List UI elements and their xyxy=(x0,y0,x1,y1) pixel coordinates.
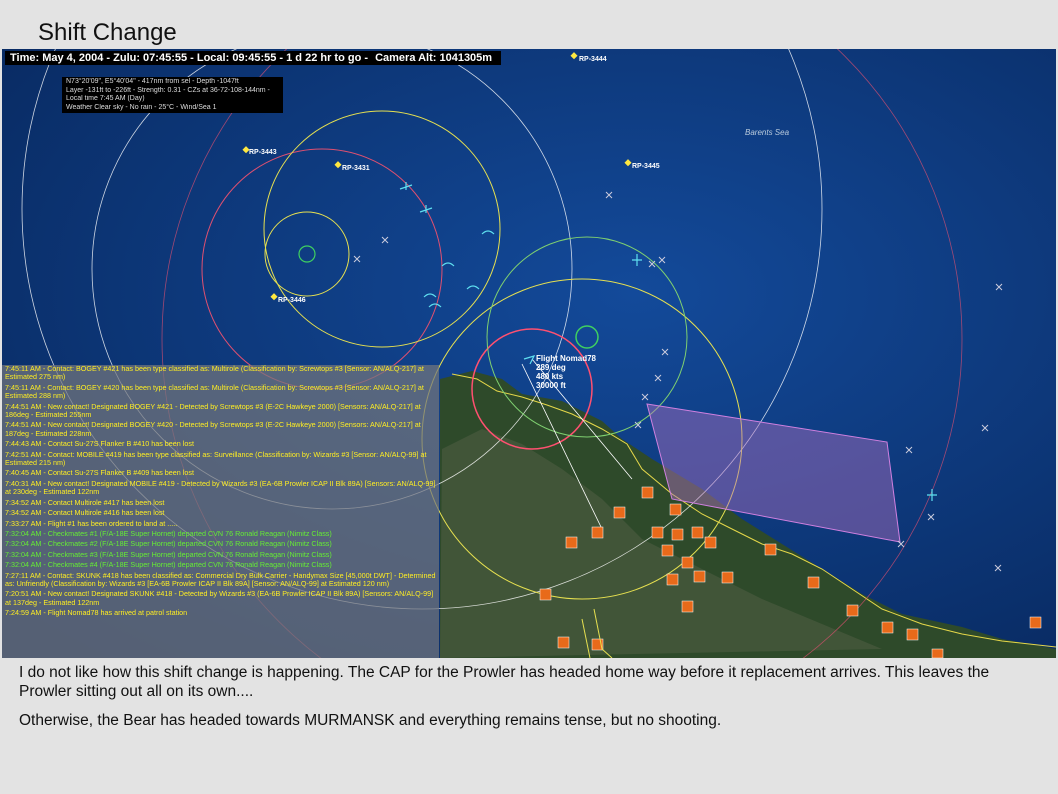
log-entry: 7:27:11 AM - Contact: SKUNK #418 has bee… xyxy=(5,570,436,588)
notes-paragraph: I do not like how this shift change is h… xyxy=(19,664,990,700)
notes-paragraph: Otherwise, the Bear has headed towards M… xyxy=(19,712,722,729)
log-entry: 7:44:43 AM - Contact Su-27S Flanker B #4… xyxy=(5,439,194,449)
log-entry: 7:44:51 AM - New contact! Designated BOG… xyxy=(5,420,421,438)
rp-label: RP-3431 xyxy=(342,165,370,172)
rp-label: RP-3445 xyxy=(632,163,660,170)
camera-altitude: Camera Alt: 1041305m xyxy=(375,52,493,64)
log-entry: 7:40:45 AM - Contact Su-27S Flanker B #4… xyxy=(5,468,194,478)
flight-altitude: 30000 ft xyxy=(536,381,566,390)
log-entry: 7:34:52 AM - Contact Multirole #417 has … xyxy=(5,497,165,507)
map-view[interactable]: Time: May 4, 2004 - Zulu: 07:45:55 - Loc… xyxy=(2,49,1056,658)
log-entry: 7:42:51 AM - Contact: MOBILE #419 has be… xyxy=(5,449,427,468)
sea-label: Barents Sea xyxy=(745,128,790,137)
slide-title: Shift Change xyxy=(38,19,177,46)
flight-label[interactable]: Flight Nomad78 289 deg 480 kts 30000 ft xyxy=(536,354,596,390)
log-entry: 7:45:11 AM - Contact: BOGEY #421 has bee… xyxy=(5,365,424,382)
flight-heading: 289 deg xyxy=(536,363,566,372)
time-readout: Time: May 4, 2004 - Zulu: 07:45:55 - Loc… xyxy=(10,52,369,64)
log-entry: 7:32:04 AM - Checkmates #1 (F/A-18E Supe… xyxy=(5,528,332,538)
log-entry: 7:32:04 AM - Checkmates #4 (F/A-18E Supe… xyxy=(5,560,332,570)
log-entry: 7:34:52 AM - Contact Multirole #416 has … xyxy=(5,508,165,518)
info-line: Weather Clear sky - No rain - 25°C - Win… xyxy=(66,103,217,111)
message-log[interactable]: 7:45:11 AM - Contact: BOGEY #421 has bee… xyxy=(2,365,439,658)
rp-label: RP-3446 xyxy=(278,297,306,304)
info-line: Local time 7:45 AM (Day) xyxy=(66,95,145,103)
status-bar: Time: May 4, 2004 - Zulu: 07:45:55 - Loc… xyxy=(5,51,502,65)
flight-name: Flight Nomad78 xyxy=(536,354,597,363)
log-entry: 7:32:04 AM - Checkmates #2 (F/A-18E Supe… xyxy=(5,539,332,549)
flight-speed: 480 kts xyxy=(536,372,564,381)
slide-notes: I do not like how this shift change is h… xyxy=(19,663,1044,740)
rp-label: RP-3444 xyxy=(579,56,607,63)
log-entry: 7:45:11 AM - Contact: BOGEY #420 has bee… xyxy=(5,382,424,401)
log-entry: 7:24:59 AM - Flight Nomad78 has arrived … xyxy=(5,608,188,618)
info-line: Layer -131ft to -226ft - Strength: 0.31 … xyxy=(66,86,270,94)
log-entry: 7:33:27 AM - Flight #1 has been ordered … xyxy=(5,518,178,528)
rp-label: RP-3443 xyxy=(249,149,277,156)
log-entry: 7:44:51 AM - New contact! Designated BOG… xyxy=(5,401,421,420)
log-entry: 7:20:51 AM - New contact! Designated SKU… xyxy=(5,589,434,607)
info-line: N73°20'09", E5°40'04" - 417nm from sel -… xyxy=(66,78,239,85)
cursor-info-box: N73°20'09", E5°40'04" - 417nm from sel -… xyxy=(62,77,283,114)
log-entry: 7:40:31 AM - New contact! Designated MOB… xyxy=(5,478,436,497)
log-entry: 7:32:04 AM - Checkmates #3 (F/A-18E Supe… xyxy=(5,549,332,559)
